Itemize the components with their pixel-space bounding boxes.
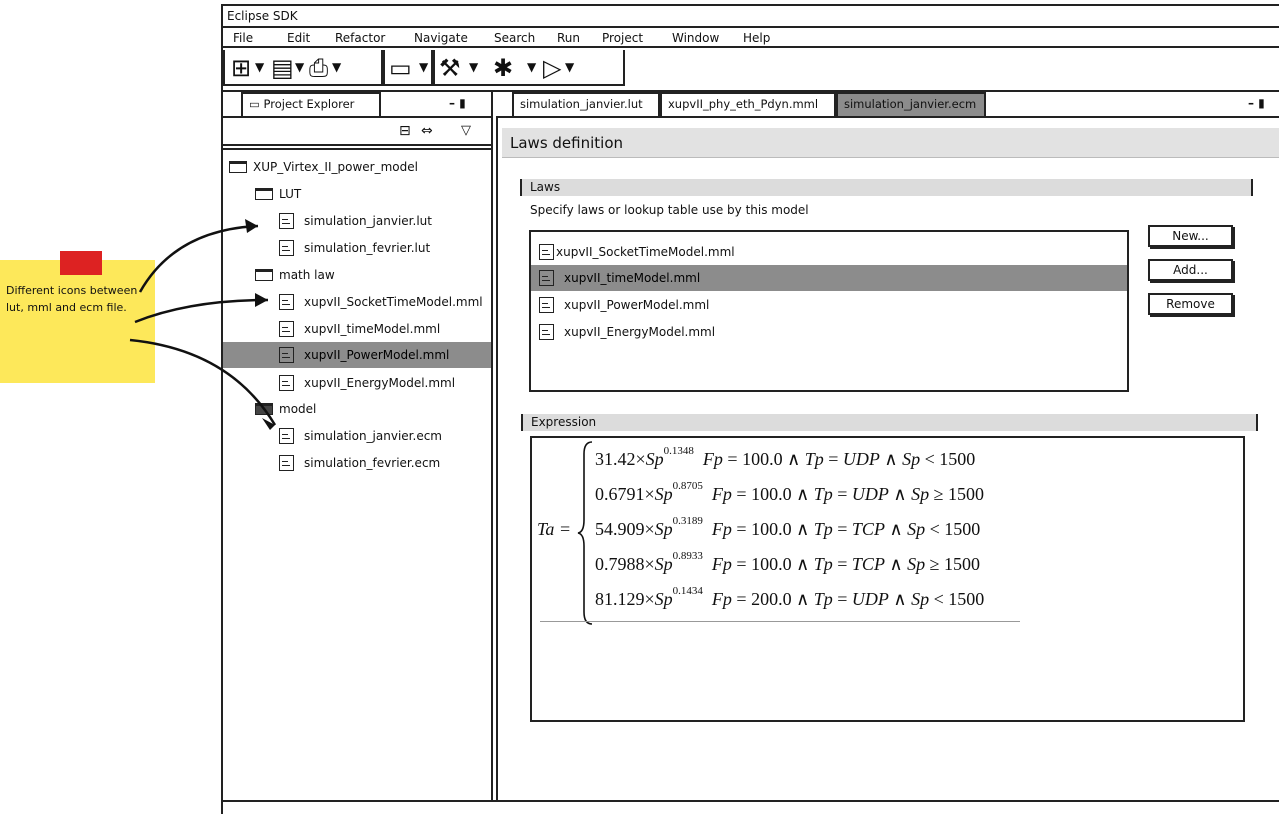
list-item[interactable]: xupvII_SocketTimeModel.mml [531,239,1127,265]
tab-editor[interactable]: xupvII_phy_eth_Pdyn.mml [660,92,836,116]
tab-editor[interactable]: simulation_janvier.lut [512,92,660,116]
mml-file-icon [539,269,554,286]
arrow-to-ecm [129,338,277,426]
expression-lhs: Ta = [537,519,572,539]
list-item-selected[interactable]: xupvII_timeModel.mml [531,265,1127,291]
expression-row: 0.7988×Sp0.8933 Fp = 100.0 ∧ Tp = TCP ∧ … [595,550,981,574]
list-item[interactable]: xupvII_PowerModel.mml [531,292,1127,318]
editor-tabbar: simulation_janvier.lut xupvII_phy_eth_Pd… [496,92,1279,118]
menu-window[interactable]: Window [672,31,719,45]
mml-file-icon [539,323,554,340]
expression-underline [540,621,1020,622]
page-title: Laws definition [502,128,1279,158]
tab-editor-active[interactable]: simulation_janvier.ecm [836,92,986,116]
expression-row: 81.129×Sp0.1434 Fp = 200.0 ∧ Tp = UDP ∧ … [595,585,985,609]
menu-help[interactable]: Help [743,31,770,45]
left-brace-icon [577,441,593,625]
arrow-to-mml [134,298,269,324]
laws-section-header[interactable]: Laws [520,179,1253,196]
arrow-to-lut [138,224,259,293]
laws-description: Specify laws or lookup table use by this… [530,203,809,217]
list-item[interactable]: xupvII_EnergyModel.mml [531,319,1127,345]
status-bar [223,800,1279,814]
mml-file-icon [539,243,554,260]
menu-project[interactable]: Project [602,31,643,45]
run-icon[interactable]: ▷ [543,56,561,80]
expression-section-header[interactable]: Expression [521,414,1258,431]
annotation-arrows [129,219,277,430]
dropdown-icon[interactable]: ▼ [565,60,574,74]
laws-list[interactable]: xupvII_SocketTimeModel.mml xupvII_timeMo… [529,230,1129,392]
minimize-icon[interactable]: – ▮ [1248,96,1265,110]
expression-row: 54.909×Sp0.3189 Fp = 100.0 ∧ Tp = TCP ∧ … [595,515,981,539]
add-button[interactable]: Add... [1148,259,1233,281]
expression-box[interactable] [530,436,1245,722]
expression-row: 31.42×Sp0.1348 Fp = 100.0 ∧ Tp = UDP ∧ S… [595,445,976,469]
remove-button[interactable]: Remove [1148,293,1233,315]
new-button[interactable]: New... [1148,225,1233,247]
mml-file-icon [539,296,554,313]
expression-row: 0.6791×Sp0.8705 Fp = 100.0 ∧ Tp = UDP ∧ … [595,480,984,504]
arrow-head-icon [245,219,258,233]
menu-run[interactable]: Run [557,31,580,45]
dropdown-icon[interactable]: ▼ [527,60,536,74]
arrow-head-icon [255,293,268,307]
